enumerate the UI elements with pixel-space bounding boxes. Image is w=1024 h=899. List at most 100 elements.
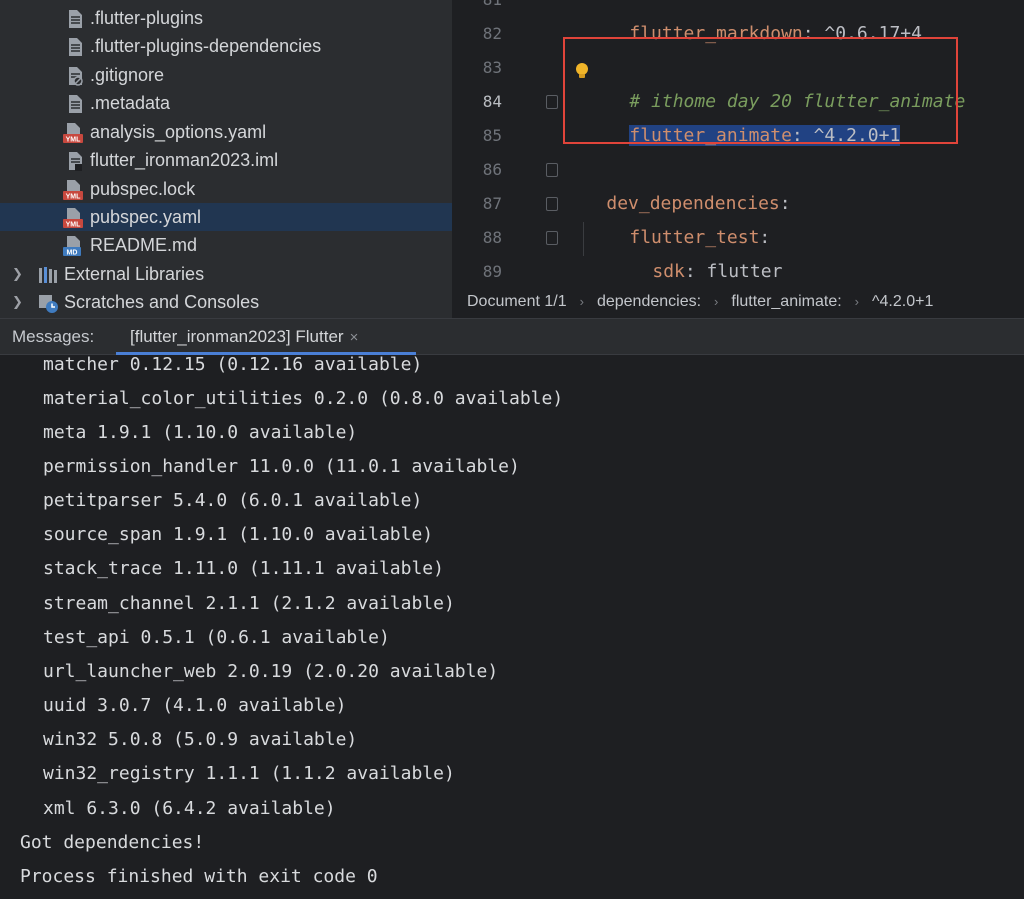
line-number: 87 bbox=[482, 194, 502, 213]
library-icon bbox=[39, 267, 57, 283]
console-line: permission_handler 11.0.0 (11.0.1 availa… bbox=[43, 456, 520, 477]
breadcrumb: Document 1/1 › dependencies: › flutter_a… bbox=[452, 285, 1024, 318]
text-file-icon bbox=[69, 95, 82, 113]
selected-text: flutter_animate: ^4.2.0+1 bbox=[629, 125, 901, 146]
tree-item-external-libraries[interactable]: ❯ External Libraries bbox=[0, 260, 452, 288]
yaml-key: sdk bbox=[652, 261, 685, 282]
tree-item-flutter-plugins-dependencies[interactable]: .flutter-plugins-dependencies bbox=[0, 32, 452, 60]
line-number: 88 bbox=[482, 228, 502, 247]
tree-item-metadata[interactable]: .metadata bbox=[0, 89, 452, 117]
tree-item-label: .metadata bbox=[90, 93, 171, 113]
messages-tool-window-header: Messages: [flutter_ironman2023] Flutter × bbox=[0, 318, 1024, 355]
console-line: xml 6.3.0 (6.4.2 available) bbox=[43, 798, 336, 819]
tree-item-label: .gitignore bbox=[90, 65, 165, 85]
breadcrumb-document[interactable]: Document 1/1 bbox=[467, 293, 567, 311]
tree-item-label: External Libraries bbox=[64, 264, 205, 284]
code-line-86[interactable]: dev_dependencies: bbox=[563, 153, 790, 214]
console-line: uuid 3.0.7 (4.1.0 available) bbox=[43, 695, 347, 716]
tree-item-pubspec-lock[interactable]: YML pubspec.lock bbox=[0, 175, 452, 203]
markdown-file-icon: MD bbox=[63, 236, 81, 257]
console-line: test_api 0.5.1 (0.6.1 available) bbox=[43, 627, 390, 648]
markdown-badge-text: MD bbox=[67, 250, 78, 257]
tree-item-scratches[interactable]: ❯ Scratches and Consoles bbox=[0, 288, 452, 316]
tree-item-gitignore[interactable]: .gitignore bbox=[0, 61, 452, 89]
fold-marker-icon[interactable] bbox=[546, 231, 558, 245]
console-line: win32_registry 1.1.1 (1.1.2 available) bbox=[43, 763, 455, 784]
code-editor[interactable]: 81 82 83 84 85 86 87 88 89 flutter_markd… bbox=[452, 0, 1024, 318]
breadcrumb-flutter-animate[interactable]: flutter_animate: bbox=[731, 293, 841, 311]
code-line-81[interactable]: flutter_markdown: ^0.6.17+4 bbox=[586, 0, 922, 44]
breadcrumb-separator-icon: › bbox=[714, 294, 719, 309]
text-file-icon bbox=[69, 10, 82, 28]
console-line: material_color_utilities 0.2.0 (0.8.0 av… bbox=[43, 388, 564, 409]
yaml-key: flutter_animate bbox=[629, 125, 792, 146]
console-line: source_span 1.9.1 (1.10.0 available) bbox=[43, 524, 434, 545]
tree-item-label: .flutter-plugins-dependencies bbox=[90, 36, 322, 56]
project-tree-panel: .flutter-plugins .flutter-plugins-depend… bbox=[0, 0, 452, 318]
line-number: 82 bbox=[482, 24, 502, 43]
tree-item-analysis-options[interactable]: YML analysis_options.yaml bbox=[0, 118, 452, 146]
line-number: 89 bbox=[482, 262, 502, 281]
fold-marker-icon[interactable] bbox=[546, 163, 558, 177]
line-number: 81 bbox=[462, 0, 502, 17]
console-line: stack_trace 1.11.0 (1.11.1 available) bbox=[43, 558, 444, 579]
tree-item-flutter-plugins[interactable]: .flutter-plugins bbox=[0, 4, 452, 32]
tree-item-label: pubspec.yaml bbox=[90, 207, 202, 227]
yaml-file-icon: YML bbox=[63, 208, 83, 229]
tree-item-readme[interactable]: MD README.md bbox=[0, 231, 452, 259]
tree-item-label: analysis_options.yaml bbox=[90, 122, 267, 142]
yaml-value: : bbox=[779, 193, 791, 214]
yaml-file-icon: YML bbox=[63, 123, 83, 144]
yaml-value: : ^0.6.17+4 bbox=[802, 23, 922, 44]
indent-guide bbox=[583, 222, 584, 256]
tree-item-label: .flutter-plugins bbox=[90, 8, 204, 28]
yaml-file-icon: YML bbox=[63, 180, 83, 201]
code-line-87[interactable]: flutter_test: bbox=[586, 187, 770, 248]
tree-item-label: pubspec.lock bbox=[90, 179, 196, 199]
fold-marker-icon[interactable] bbox=[546, 197, 558, 211]
console-output[interactable]: matcher 0.12.15 (0.12.16 available) mate… bbox=[0, 355, 1024, 899]
chevron-right-icon[interactable]: ❯ bbox=[12, 266, 24, 282]
line-number: 85 bbox=[482, 126, 502, 145]
ignored-file-icon bbox=[69, 67, 83, 86]
yaml-key: flutter_markdown bbox=[629, 23, 803, 44]
yaml-badge-text: YML bbox=[66, 222, 82, 229]
console-line: stream_channel 2.1.1 (2.1.2 available) bbox=[43, 593, 455, 614]
code-line-83-comment[interactable]: # ithome day 20 flutter_animate bbox=[586, 51, 965, 112]
code-line-84[interactable]: flutter_animate: ^4.2.0+1 bbox=[586, 85, 901, 146]
breadcrumb-version[interactable]: ^4.2.0+1 bbox=[872, 293, 933, 311]
tree-item-pubspec-yaml[interactable]: YML pubspec.yaml bbox=[0, 203, 452, 231]
tree-item-label: Scratches and Consoles bbox=[64, 292, 260, 312]
console-line: url_launcher_web 2.0.19 (2.0.20 availabl… bbox=[43, 661, 499, 682]
iml-file-icon bbox=[69, 152, 82, 171]
code-line-88[interactable]: sdk: flutter bbox=[609, 221, 782, 282]
breadcrumb-dependencies[interactable]: dependencies: bbox=[597, 293, 701, 311]
console-exit-line: Process finished with exit code 0 bbox=[20, 866, 378, 887]
line-number-current: 84 bbox=[482, 92, 502, 111]
tree-item-label: README.md bbox=[90, 235, 198, 255]
tree-item-label: flutter_ironman2023.iml bbox=[90, 150, 279, 170]
line-number: 86 bbox=[482, 160, 502, 179]
chevron-right-icon[interactable]: ❯ bbox=[12, 294, 24, 310]
scratches-icon bbox=[39, 295, 58, 313]
console-line: matcher 0.12.15 (0.12.16 available) bbox=[43, 355, 423, 375]
yaml-value: : flutter bbox=[684, 261, 783, 282]
yaml-badge-text: YML bbox=[66, 194, 82, 201]
messages-title: Messages: bbox=[12, 327, 95, 346]
close-icon[interactable]: × bbox=[350, 329, 359, 346]
yaml-badge-text: YML bbox=[66, 137, 82, 144]
console-status-line: Got dependencies! bbox=[20, 832, 205, 853]
console-line: petitparser 5.4.0 (6.0.1 available) bbox=[43, 490, 423, 511]
tab-label: [flutter_ironman2023] Flutter bbox=[130, 327, 344, 346]
line-number: 83 bbox=[482, 58, 502, 77]
tab-flutter-messages[interactable]: [flutter_ironman2023] Flutter × bbox=[116, 319, 416, 355]
yaml-value: : ^4.2.0+1 bbox=[791, 125, 901, 146]
tree-item-iml[interactable]: flutter_ironman2023.iml bbox=[0, 146, 452, 174]
breadcrumb-separator-icon: › bbox=[579, 294, 584, 309]
console-line: win32 5.0.8 (5.0.9 available) bbox=[43, 729, 358, 750]
fold-marker-icon[interactable] bbox=[546, 95, 558, 109]
line-number-gutter: 81 82 83 84 85 86 87 88 89 bbox=[452, 0, 532, 285]
breadcrumb-separator-icon: › bbox=[854, 294, 860, 309]
console-line: meta 1.9.1 (1.10.0 available) bbox=[43, 422, 358, 443]
text-file-icon bbox=[69, 38, 82, 56]
